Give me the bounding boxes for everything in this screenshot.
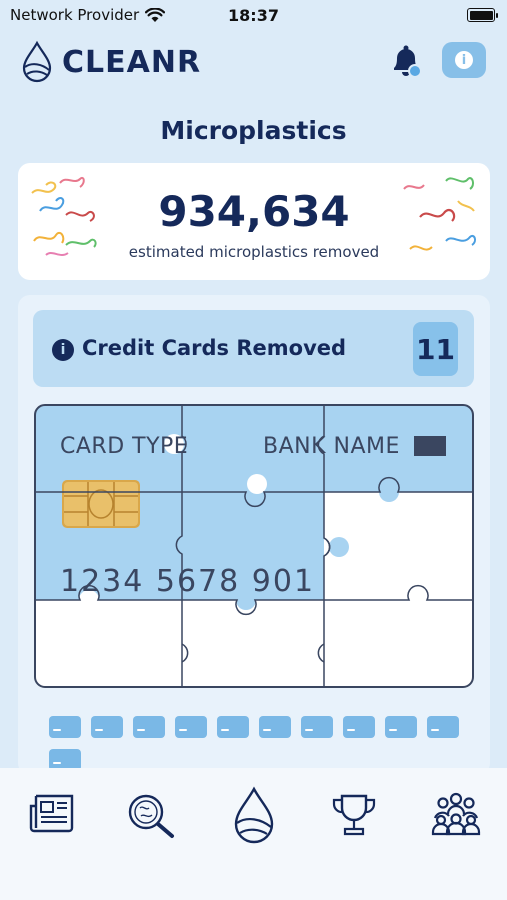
card-type-label: CARD TYPE (60, 434, 189, 459)
bank-name-label: BANK NAME (263, 434, 400, 459)
app-name: CLEANR (62, 44, 202, 80)
credit-cards-removed-label: Credit Cards Removed (82, 336, 347, 360)
credit-cards-removed-bar: i Credit Cards Removed 11 (33, 310, 474, 387)
app-header: CLEANR i (0, 36, 507, 88)
mini-card-icon (133, 716, 165, 738)
bank-logo-icon (414, 436, 446, 456)
notifications-button[interactable] (386, 42, 426, 82)
wifi-icon (145, 7, 166, 22)
card-number: 1234 5678 901 (60, 564, 316, 599)
info-button[interactable]: i (442, 42, 486, 78)
tab-community[interactable] (416, 768, 496, 900)
tab-leaderboard[interactable] (314, 768, 394, 900)
tab-microscope[interactable] (112, 768, 192, 900)
info-icon[interactable]: i (52, 339, 74, 361)
mini-card-icon (259, 716, 291, 738)
battery-icon (467, 8, 498, 22)
tab-news[interactable] (12, 768, 92, 900)
bell-icon (394, 45, 422, 78)
news-icon (29, 794, 74, 833)
tab-home[interactable] (214, 768, 294, 900)
mini-card-icon (91, 716, 123, 738)
tab-bar (0, 768, 507, 900)
info-icon: i (455, 51, 473, 69)
credit-cards-count: 11 (413, 322, 458, 376)
trophy-icon (332, 794, 376, 836)
mini-card-icon (343, 716, 375, 738)
mini-card-icon (217, 716, 249, 738)
community-icon (431, 792, 481, 836)
carrier-label: Network Provider (10, 6, 140, 24)
water-drop-logo-icon (22, 40, 52, 83)
app-logo[interactable]: CLEANR (20, 40, 201, 84)
mini-card-icon (427, 716, 459, 738)
credit-card-puzzle: CARD TYPE BANK NAME 1234 5678 901 (34, 404, 474, 688)
status-bar: Network Provider 18:37 (0, 0, 507, 30)
microplastics-stat-card: 934,634 estimated microplastics removed (18, 163, 490, 280)
water-drop-icon (234, 786, 274, 844)
mini-card-icon (175, 716, 207, 738)
mini-card-icon (49, 716, 81, 738)
removed-cards-grid (46, 714, 466, 774)
page-title: Microplastics (160, 116, 347, 145)
mini-card-icon (301, 716, 333, 738)
microplastic-squiggles-right-icon (403, 177, 477, 251)
mini-card-icon (385, 716, 417, 738)
microscope-search-icon (128, 794, 174, 838)
